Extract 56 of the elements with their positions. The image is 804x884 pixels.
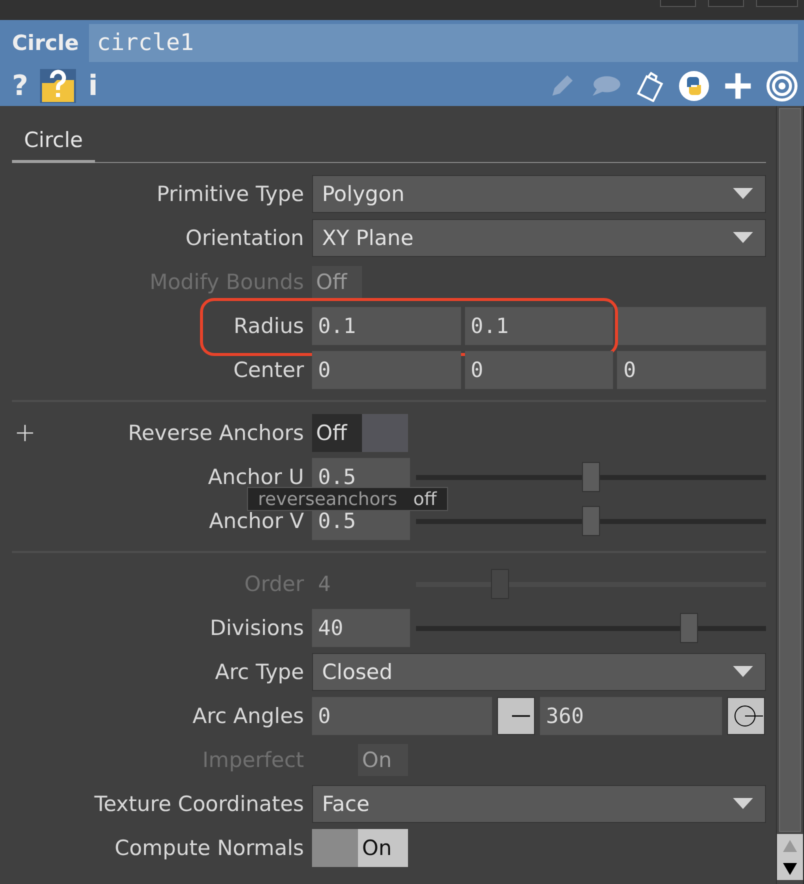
circle-button[interactable] [727, 697, 765, 735]
parameter-label: Radius [234, 314, 304, 338]
slider-handle[interactable] [582, 462, 600, 492]
window-button[interactable] [660, 0, 696, 7]
clipboard-icon[interactable] [634, 70, 666, 102]
parameter-label: Primitive Type [156, 182, 304, 206]
parameter-label: Arc Angles [192, 704, 304, 728]
value-field[interactable]: 0.1 [312, 307, 461, 345]
dropdown[interactable]: XY Plane [312, 219, 766, 257]
name-field[interactable]: circle1 [88, 24, 798, 62]
value-field[interactable]: 360 [540, 697, 722, 735]
dash-button[interactable] [497, 697, 535, 735]
tab[interactable]: Circle [12, 128, 95, 163]
toggle-button[interactable]: On [358, 829, 408, 867]
tooltip-value: off [413, 488, 437, 510]
scrollbar-thumb[interactable] [779, 108, 801, 832]
parameter-label: Divisions [210, 616, 304, 640]
value-field[interactable]: 40 [312, 609, 410, 647]
value-field[interactable]: 0 [312, 697, 492, 735]
scrollbar[interactable] [776, 106, 803, 884]
slider-handle[interactable] [582, 506, 600, 536]
parameter-label: Compute Normals [114, 836, 304, 860]
value-field[interactable]: 0.1 [464, 307, 614, 345]
parameter-label: Center [233, 358, 304, 382]
slider-handle[interactable] [680, 612, 698, 642]
plus-icon[interactable] [16, 424, 34, 442]
dash-icon [512, 715, 530, 717]
value-field[interactable]: 0 [617, 351, 766, 389]
parameter-label: Orientation [185, 226, 304, 250]
target-icon[interactable] [766, 70, 798, 102]
parameter-label: Reverse Anchors [128, 421, 304, 445]
dropdown[interactable]: Face [312, 785, 766, 823]
operator-type: Circle [12, 31, 79, 55]
caret-icon [733, 666, 753, 678]
caret-icon [733, 232, 753, 244]
parameter-label: Arc Type [215, 660, 304, 684]
value-field[interactable]: 0 [312, 351, 461, 389]
value-field[interactable] [617, 307, 766, 345]
caret-icon [733, 798, 753, 810]
dropdown[interactable]: Polygon [312, 175, 766, 213]
window-button[interactable] [708, 0, 744, 7]
caret-icon [733, 188, 753, 200]
folder-help-icon[interactable] [40, 69, 76, 103]
circle-line-icon [734, 705, 763, 727]
value-field[interactable]: 0 [464, 351, 614, 389]
toggle-button[interactable]: Off [312, 414, 362, 452]
info-button[interactable]: i [88, 70, 98, 102]
help-button[interactable]: ? [12, 70, 28, 102]
parameter-label: Texture Coordinates [94, 792, 304, 816]
window-button[interactable] [756, 0, 798, 7]
dropdown[interactable]: Closed [312, 653, 766, 691]
python-icon[interactable] [678, 70, 710, 102]
parameter-label: Anchor V [208, 509, 304, 533]
up-arrow-icon[interactable] [783, 840, 797, 852]
down-arrow-icon[interactable] [783, 862, 797, 874]
parameter-label: Anchor U [208, 465, 304, 489]
